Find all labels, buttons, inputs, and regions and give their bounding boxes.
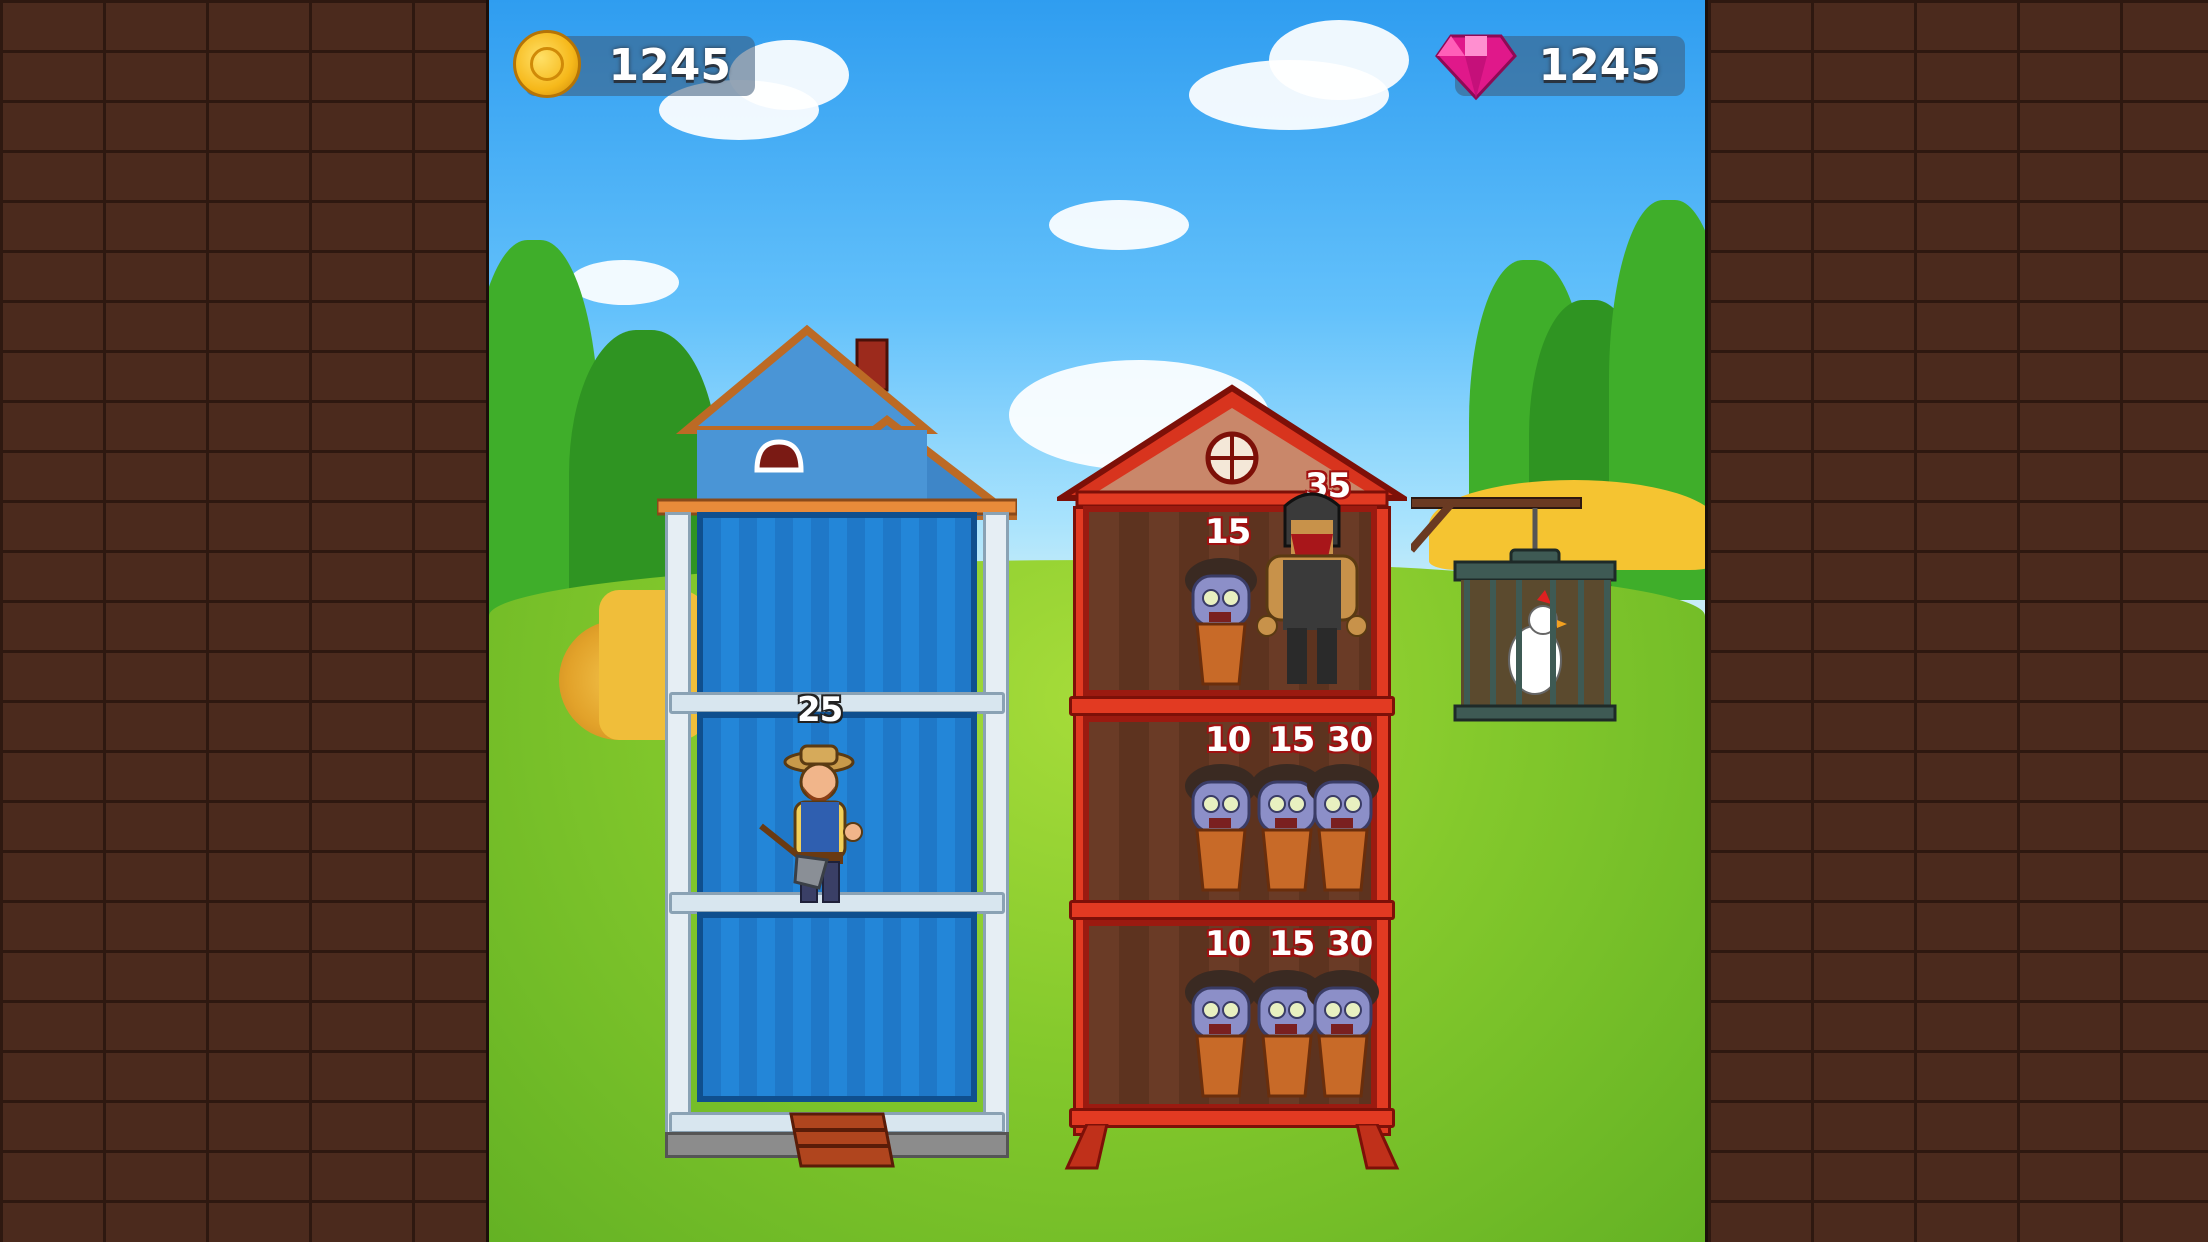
cloud [1049,200,1189,250]
enemy-power: 10 [1205,924,1251,964]
enemy-power: 15 [1269,720,1315,760]
coin-count: 1245 [608,40,731,91]
tower-column-right [983,512,1009,1152]
gem-counter: 1245 [1435,34,1685,101]
zombie-enemy[interactable] [1303,970,1383,1104]
cloud [569,260,679,305]
hero-room-1[interactable] [697,512,977,702]
enemy-power: 10 [1205,720,1251,760]
hero-room-3[interactable] [697,912,977,1102]
enemy-power: 30 [1327,720,1373,760]
tower-column-left [665,512,691,1152]
enemy-power: 30 [1327,924,1373,964]
gem-count: 1245 [1538,40,1661,91]
hero-tower-roof [657,324,1017,520]
enemy-power: 15 [1205,512,1251,552]
floor-beam [1069,696,1395,716]
enemy-power: 15 [1269,924,1315,964]
coin-icon [513,30,581,98]
brick-wall-right [1708,0,2208,1242]
gem-icon [1435,34,1517,101]
zombie-enemy[interactable] [1181,558,1261,692]
caged-chicken-prize[interactable] [1411,490,1621,730]
hero-tower: 25 [657,320,1017,1170]
coin-counter: 1245 [513,30,755,98]
entrance-stairs [789,1112,895,1168]
masked-brute-enemy[interactable] [1257,486,1367,692]
game-viewport: 1245 1245 25 15 35 10 15 30 10 15 30 [486,0,1708,1242]
floor-beam [1069,900,1395,920]
zombie-enemy[interactable] [1303,764,1383,898]
tower-stilts [1064,1124,1400,1170]
farmer-hero[interactable] [757,740,887,910]
enemy-tower: 15 35 10 15 30 10 15 30 [1057,380,1407,1180]
cloud [1269,20,1409,100]
hero-power: 25 [797,690,843,730]
brick-wall-left [0,0,486,1242]
